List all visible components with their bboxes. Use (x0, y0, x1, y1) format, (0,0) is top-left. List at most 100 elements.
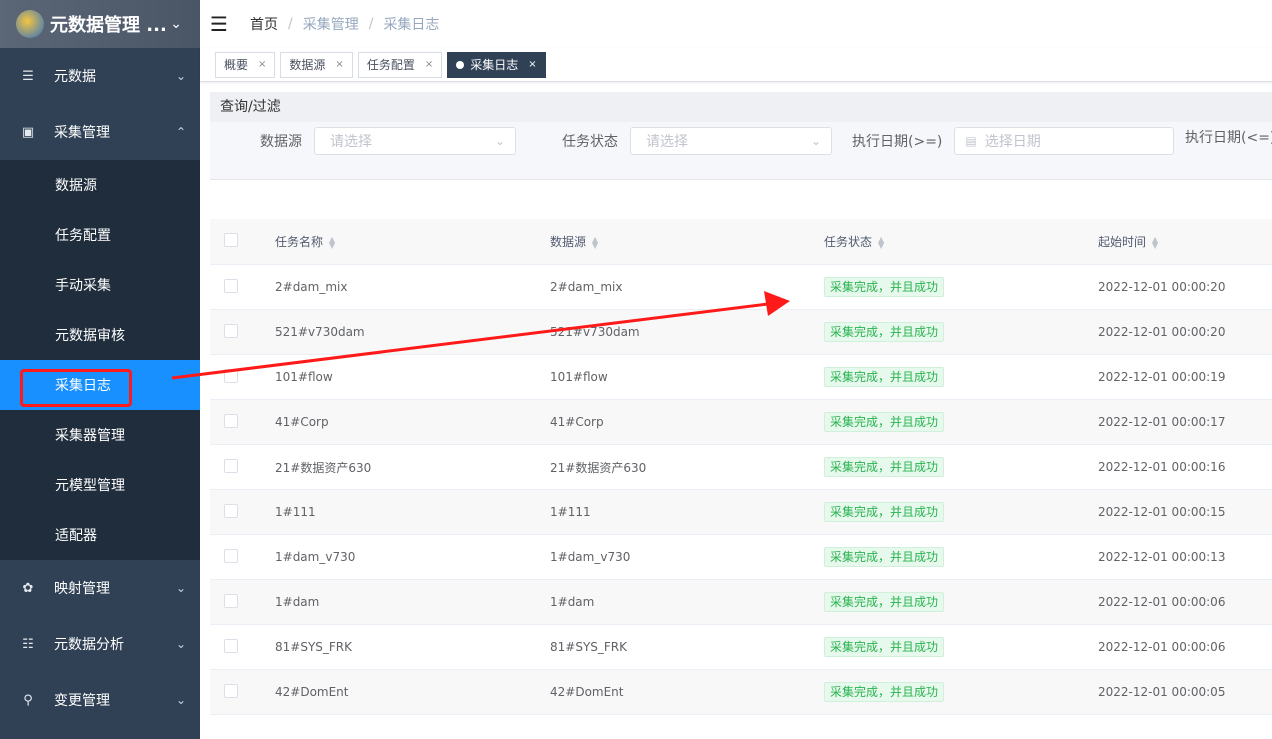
table-row[interactable]: 521#v730dam 521#v730dam 采集完成，并且成功 2022-12-0… (210, 310, 1272, 355)
chevron-down-icon: ⌄ (175, 637, 186, 651)
cell-datasource: 41#Corp (550, 415, 604, 429)
column-label: 任务名称 (275, 235, 324, 249)
row-checkbox[interactable] (224, 638, 238, 653)
table-row[interactable]: 41#Corp 41#Corp 采集完成，并且成功 2022-12-01 00:00:… (210, 400, 1272, 445)
calendar-icon: ▤ (965, 134, 977, 148)
close-icon[interactable]: × (425, 59, 433, 70)
close-icon[interactable]: × (528, 59, 536, 70)
close-icon[interactable]: × (335, 59, 343, 70)
row-checkbox[interactable] (224, 683, 238, 698)
cell-start-time: 2022-12-01 00:00:20 (1098, 280, 1226, 294)
status-badge: 采集完成，并且成功 (824, 637, 945, 657)
sidebar-subitem-manual-collect[interactable]: 手动采集 (0, 260, 200, 310)
sort-icon[interactable]: ▲ ▼ (878, 235, 884, 249)
table-row[interactable]: 1#dam_v730 1#dam_v730 采集完成，并且成功 2022-12-01 … (210, 535, 1272, 580)
share-icon: ✿ (22, 580, 34, 596)
cell-task-name: 2#dam_mix (275, 280, 348, 294)
cell-datasource: 1#dam_v730 (550, 550, 631, 564)
cell-datasource: 81#SYS_FRK (550, 640, 627, 654)
filter-panel: 查询/过滤 数据源 请选择 ⌄ 任务状态 请选择 ⌄ 执行日期(>=) ▤ 选择… (210, 92, 1272, 180)
col-task-name[interactable]: 任务名称 ▲ ▼ (275, 233, 550, 250)
col-start-time[interactable]: 起始时间 ▲ ▼ (1098, 233, 1272, 250)
date-to-label: 执行日期(<=) (1185, 130, 1272, 146)
tags-view: 概要 × 数据源 × 任务配置 × 采集日志 × (200, 48, 1272, 82)
hamburger-icon[interactable]: ☰ (210, 12, 230, 36)
tag-collect-log[interactable]: 采集日志 × (447, 51, 546, 78)
sidebar-item-label: 采集管理 (54, 125, 110, 141)
sidebar-subitem-model-manage[interactable]: 元模型管理 (0, 460, 200, 510)
table-row[interactable]: 1#111 1#111 采集完成，并且成功 2022-12-01 00:00:15 (210, 490, 1272, 535)
sort-icon[interactable]: ▲ ▼ (1152, 235, 1158, 249)
status-select[interactable]: 请选择 ⌄ (630, 127, 832, 155)
breadcrumb-separator: / (368, 16, 374, 32)
list-icon: ☰ (22, 68, 34, 84)
sort-icon[interactable]: ▲ ▼ (329, 235, 335, 249)
sidebar-subitem-metadata-review[interactable]: 元数据审核 (0, 310, 200, 360)
col-datasource[interactable]: 数据源 ▲ ▼ (550, 233, 824, 250)
location-icon: ⚲ (23, 692, 33, 708)
tag-overview[interactable]: 概要 × (215, 51, 276, 78)
column-label: 起始时间 (1098, 235, 1147, 249)
cell-task-name: 1#111 (275, 505, 316, 519)
sidebar-subitem-adapter[interactable]: 适配器 (0, 510, 200, 560)
filter-date-to: 执行日期(<=) (1185, 127, 1272, 147)
table-row[interactable]: 1#dam 1#dam 采集完成，并且成功 2022-12-01 00:00:06 (210, 580, 1272, 625)
table-row[interactable]: 21#数据资产630 21#数据资产630 采集完成，并且成功 2022-12-01 … (210, 445, 1272, 490)
row-checkbox[interactable] (224, 278, 238, 293)
status-label: 任务状态 (562, 134, 618, 150)
table-row[interactable]: 2#dam_mix 2#dam_mix 采集完成，并且成功 2022-12-01 00… (210, 265, 1272, 310)
datasource-select[interactable]: 请选择 ⌄ (314, 127, 516, 155)
sidebar-subitem-datasource[interactable]: 数据源 (0, 160, 200, 210)
cell-start-time: 2022-12-01 00:00:06 (1098, 595, 1226, 609)
status-badge: 采集完成，并且成功 (824, 682, 945, 702)
tag-datasource[interactable]: 数据源 × (280, 51, 353, 78)
sidebar-item-analysis[interactable]: ☷ 元数据分析 ⌄ (0, 616, 200, 672)
tag-task-config[interactable]: 任务配置 × (357, 51, 443, 78)
log-table: 任务名称 ▲ ▼ 数据源 ▲ ▼ 任务状态 ▲ ▼ 起始时间 ▲ ▼ 2#dam_mix 2#da… (210, 219, 1272, 715)
date-from-picker[interactable]: ▤ 选择日期 (954, 127, 1175, 155)
sidebar-subitem-collect-log[interactable]: 采集日志 (0, 360, 200, 410)
sidebar-item-label: 元数据 (54, 69, 96, 85)
table-row[interactable]: 81#SYS_FRK 81#SYS_FRK 采集完成，并且成功 2022-12-01 … (210, 625, 1272, 670)
row-checkbox[interactable] (224, 413, 238, 428)
sort-icon[interactable]: ▲ ▼ (592, 235, 598, 249)
date-placeholder: 选择日期 (984, 134, 1041, 150)
breadcrumb-item: 采集日志 (383, 17, 440, 33)
filter-datasource: 数据源 请选择 ⌄ (260, 127, 516, 155)
cell-task-name: 1#dam_v730 (275, 550, 356, 564)
row-checkbox[interactable] (224, 323, 238, 338)
select-placeholder: 请选择 (330, 134, 372, 150)
breadcrumb: 首页 / 采集管理 / 采集日志 (250, 14, 439, 34)
col-status[interactable]: 任务状态 ▲ ▼ (824, 233, 1098, 250)
sidebar-item-collection[interactable]: ▣ 采集管理 ⌃ (0, 104, 200, 160)
chevron-down-icon: ⌄ (810, 134, 821, 148)
status-badge: 采集完成，并且成功 (824, 502, 945, 522)
table-row[interactable]: 42#DomEnt 42#DomEnt 采集完成，并且成功 2022-12-01 00… (210, 670, 1272, 715)
sidebar-item-change[interactable]: ⚲ 变更管理 ⌄ (0, 672, 200, 728)
row-checkbox[interactable] (224, 458, 238, 473)
date-from-label: 执行日期(>=) (852, 134, 943, 150)
select-all-checkbox[interactable] (224, 233, 238, 247)
sidebar-subitem-task-config[interactable]: 任务配置 (0, 210, 200, 260)
cell-start-time: 2022-12-01 00:00:06 (1098, 640, 1226, 654)
row-checkbox[interactable] (224, 593, 238, 608)
sidebar-subitem-collector-manage[interactable]: 采集器管理 (0, 410, 200, 460)
sidebar-item-metadata[interactable]: ☰ 元数据 ⌄ (0, 48, 200, 104)
table-row[interactable]: 101#flow 101#flow 采集完成，并且成功 2022-12-01 00:0… (210, 355, 1272, 400)
row-checkbox[interactable] (224, 503, 238, 518)
row-checkbox[interactable] (224, 368, 238, 383)
chevron-down-icon[interactable]: ⌄ (170, 16, 182, 32)
logo-icon (16, 10, 44, 38)
cell-task-name: 1#dam (275, 595, 320, 609)
cell-datasource: 521#v730dam (550, 325, 640, 339)
app-title: 元数据管理 ... (50, 15, 167, 36)
row-checkbox[interactable] (224, 548, 238, 563)
sidebar-item-mapping[interactable]: ✿ 映射管理 ⌄ (0, 560, 200, 616)
cell-datasource: 21#数据资产630 (550, 460, 647, 475)
cell-task-name: 41#Corp (275, 415, 329, 429)
column-label: 任务状态 (824, 235, 873, 249)
app-logo-bar[interactable]: 元数据管理 ... ⌄ (0, 0, 200, 48)
close-icon[interactable]: × (258, 59, 266, 70)
status-badge: 采集完成，并且成功 (824, 322, 945, 342)
breadcrumb-item[interactable]: 首页 (250, 14, 278, 34)
